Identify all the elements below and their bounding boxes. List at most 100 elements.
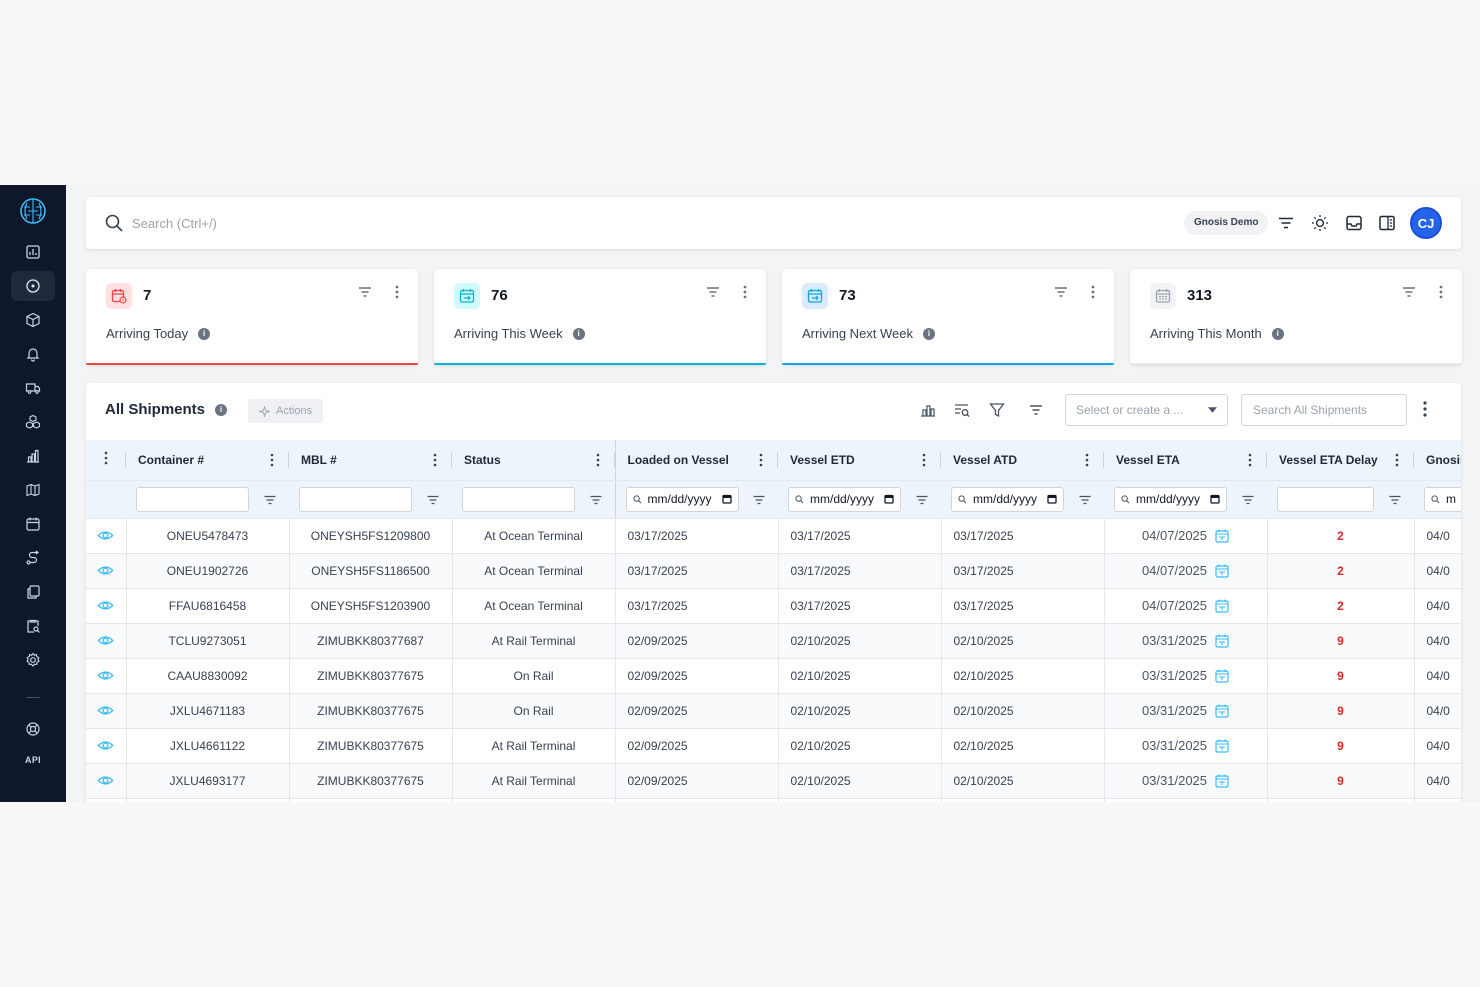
column-menu-icon[interactable]: [921, 453, 927, 467]
header-menu[interactable]: [86, 440, 126, 481]
dashboard-icon[interactable]: [11, 237, 55, 267]
filter-icon[interactable]: [915, 493, 929, 507]
filter-icon[interactable]: [1276, 213, 1296, 233]
card-arriving-this-week[interactable]: 76 Arriving This Week i: [434, 269, 766, 365]
info-icon[interactable]: i: [215, 403, 228, 416]
calendar-icon[interactable]: [1215, 564, 1229, 578]
column-header-loaded-on-vessel[interactable]: Loaded on Vessel: [614, 440, 778, 481]
table-row[interactable]: FFAU6816458 ONEYSH5FS1203900 At Ocean Term…: [86, 588, 1461, 624]
view-eye-icon[interactable]: [97, 527, 114, 544]
filter-icon[interactable]: [426, 493, 440, 507]
column-header-vessel-atd[interactable]: Vessel ATD: [941, 440, 1104, 481]
etd-date-filter[interactable]: mm/dd/yyyy: [788, 486, 901, 512]
calendar-icon[interactable]: [1215, 774, 1229, 788]
table-row[interactable]: JXLU4671183 ZIMUBKK80377675 On Rail 02/09/2…: [86, 693, 1461, 729]
column-header-status[interactable]: Status: [452, 440, 615, 481]
card-more-icon[interactable]: [1434, 283, 1448, 301]
column-menu-icon[interactable]: [1394, 453, 1400, 467]
calendar-icon[interactable]: [1047, 494, 1057, 504]
calendar-icon[interactable]: [884, 494, 894, 504]
column-menu-icon[interactable]: [269, 453, 275, 467]
atd-date-filter[interactable]: mm/dd/yyyy: [951, 486, 1064, 512]
package-icon[interactable]: [11, 305, 55, 335]
panel-more-icon[interactable]: [1418, 399, 1432, 419]
column-header-gnosis[interactable]: Gnosis: [1414, 440, 1461, 481]
calendar-icon[interactable]: [11, 509, 55, 539]
card-filter-icon[interactable]: [356, 283, 374, 301]
help-icon[interactable]: [11, 714, 55, 744]
calendar-icon[interactable]: [1215, 599, 1229, 613]
table-search-input[interactable]: [1241, 394, 1407, 426]
filter-icon[interactable]: [263, 493, 277, 507]
view-cell[interactable]: [86, 763, 127, 799]
actions-button[interactable]: Actions: [248, 399, 324, 423]
sidebar-panel-icon[interactable]: [1377, 213, 1397, 233]
theme-toggle-icon[interactable]: [1310, 213, 1330, 233]
card-filter-icon[interactable]: [1400, 283, 1418, 301]
funnel-icon[interactable]: [988, 401, 1006, 419]
calendar-icon[interactable]: [1215, 669, 1229, 683]
column-header-vessel-eta[interactable]: Vessel ETA: [1104, 440, 1267, 481]
gnosis-date-filter[interactable]: m: [1424, 486, 1461, 512]
eta-date-filter[interactable]: mm/dd/yyyy: [1114, 486, 1227, 512]
card-arriving-today[interactable]: 7 Arriving Today i: [86, 269, 418, 365]
bell-icon[interactable]: [11, 339, 55, 369]
loaded-date-filter[interactable]: mm/dd/yyyy: [625, 486, 739, 512]
card-arriving-this-month[interactable]: 313 Arriving This Month i: [1130, 269, 1462, 365]
clipboard-search-icon[interactable]: [11, 611, 55, 641]
explore-icon[interactable]: [11, 271, 55, 301]
view-cell[interactable]: [86, 518, 127, 554]
sort-filter-icon[interactable]: [1027, 401, 1045, 419]
card-filter-icon[interactable]: [1052, 283, 1070, 301]
view-eye-icon[interactable]: [97, 702, 114, 719]
table-row[interactable]: ONEU1902726 ONEYSH5FS1186500 At Ocean Term…: [86, 553, 1461, 589]
inbox-icon[interactable]: [1344, 213, 1364, 233]
view-cell[interactable]: [86, 623, 127, 659]
table-row[interactable]: JXLU4693177 ZIMUBKK80377675 At Rail Termin…: [86, 763, 1461, 799]
org-chip[interactable]: Gnosis Demo: [1184, 211, 1269, 235]
filter-icon[interactable]: [1078, 493, 1092, 507]
calendar-icon[interactable]: [1215, 634, 1229, 648]
user-avatar[interactable]: CJ: [1410, 207, 1442, 239]
card-more-icon[interactable]: [390, 283, 404, 301]
column-menu-icon[interactable]: [1084, 453, 1090, 467]
table-row[interactable]: CAAU8830092 ZIMUBKK80377675 On Rail 02/09/2…: [86, 658, 1461, 694]
filter-icon[interactable]: [752, 493, 766, 507]
boxes-icon[interactable]: [11, 407, 55, 437]
view-eye-icon[interactable]: [97, 772, 114, 789]
view-cell[interactable]: [86, 588, 127, 624]
status-filter-input[interactable]: [462, 486, 575, 512]
view-cell[interactable]: [86, 798, 127, 802]
column-header-container[interactable]: Container #: [126, 440, 289, 481]
table-row[interactable]: [86, 798, 1461, 802]
filter-icon[interactable]: [589, 493, 603, 507]
calendar-icon[interactable]: [1215, 739, 1229, 753]
column-menu-icon[interactable]: [595, 453, 601, 467]
info-icon[interactable]: i: [198, 327, 211, 340]
view-eye-icon[interactable]: [97, 562, 114, 579]
column-menu-icon[interactable]: [1247, 453, 1253, 467]
column-menu-icon[interactable]: [432, 453, 438, 467]
column-menu-icon[interactable]: [103, 451, 109, 465]
view-eye-icon[interactable]: [97, 737, 114, 754]
global-search-input[interactable]: [132, 212, 532, 234]
mbl-filter-input[interactable]: [299, 486, 412, 512]
view-eye-icon[interactable]: [97, 667, 114, 684]
calendar-icon[interactable]: [721, 494, 732, 504]
view-cell[interactable]: [86, 658, 127, 694]
column-menu-icon[interactable]: [758, 453, 764, 467]
chart-icon[interactable]: [919, 401, 937, 419]
calendar-icon[interactable]: [1215, 704, 1229, 718]
filter-icon[interactable]: [1388, 493, 1402, 507]
filter-icon[interactable]: [1241, 493, 1255, 507]
view-cell[interactable]: [86, 553, 127, 589]
container-filter-input[interactable]: [136, 486, 249, 512]
table-row[interactable]: ONEU5478473 ONEYSH5FS1209800 At Ocean Term…: [86, 518, 1461, 554]
view-cell[interactable]: [86, 728, 127, 764]
calendar-icon[interactable]: [1215, 529, 1229, 543]
table-row[interactable]: JXLU4661122 ZIMUBKK80377675 At Rail Termin…: [86, 728, 1461, 764]
brain-logo-icon[interactable]: [18, 196, 48, 226]
card-more-icon[interactable]: [738, 283, 752, 301]
documents-icon[interactable]: [11, 577, 55, 607]
table-row[interactable]: TCLU9273051 ZIMUBKK80377687 At Rail Termin…: [86, 623, 1461, 659]
